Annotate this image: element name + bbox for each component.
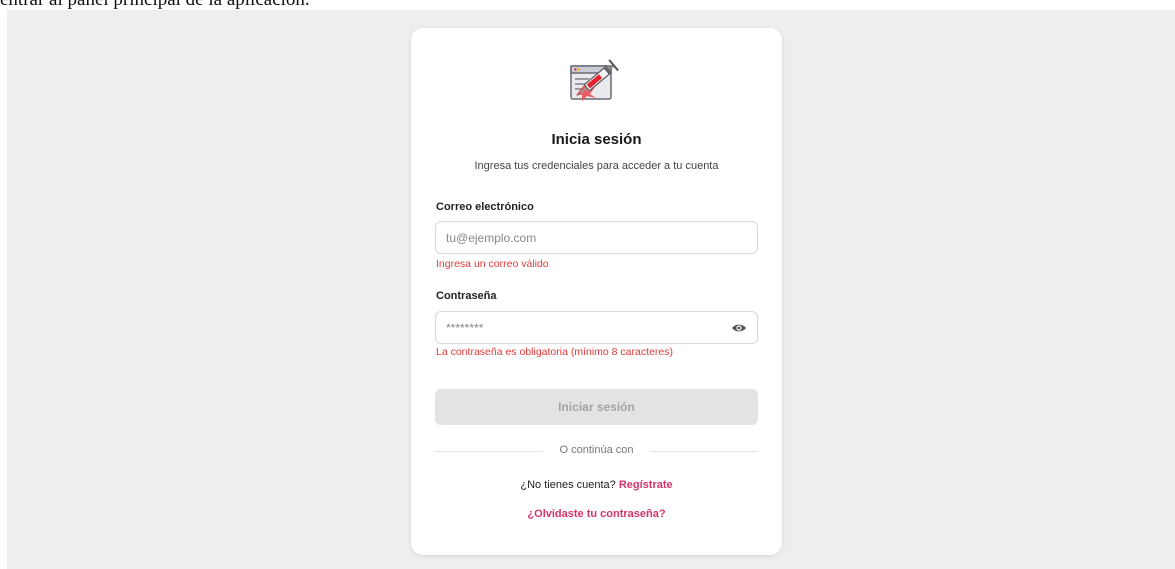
password-field-container: [435, 311, 758, 344]
signup-row: ¿No tienes cuenta? Regístrate: [411, 479, 782, 491]
divider-line-right: [650, 451, 758, 452]
page-caption: entrar al panel principal de la aplicaci…: [0, 0, 1175, 10]
password-error: La contraseña es obligatoria (mínimo 8 c…: [436, 346, 673, 358]
divider-text: O continúa con: [559, 444, 634, 456]
password-input[interactable]: [446, 312, 716, 343]
login-title: Inicia sesión: [551, 131, 642, 148]
divider: O continúa con: [435, 444, 758, 458]
login-button[interactable]: Iniciar sesión: [435, 389, 758, 425]
forgot-password-link[interactable]: ¿Olvidaste tu contraseña?: [527, 508, 665, 520]
login-card: Inicia sesión Ingresa tus credenciales p…: [411, 28, 782, 555]
syringe-document-icon: [570, 59, 619, 101]
email-field-container: [435, 221, 758, 254]
signup-link[interactable]: Regístrate: [619, 479, 673, 491]
password-label: Contraseña: [436, 290, 497, 302]
email-input[interactable]: [446, 222, 716, 253]
login-subtitle: Ingresa tus credenciales para acceder a …: [474, 160, 719, 172]
email-label: Correo electrónico: [436, 201, 534, 213]
email-error: Ingresa un correo válido: [436, 258, 549, 270]
eye-icon[interactable]: [731, 321, 747, 335]
forgot-row: ¿Olvidaste tu contraseña?: [411, 508, 782, 520]
signup-prompt: ¿No tienes cuenta?: [520, 479, 619, 491]
app-viewport: Inicia sesión Ingresa tus credenciales p…: [7, 10, 1175, 569]
